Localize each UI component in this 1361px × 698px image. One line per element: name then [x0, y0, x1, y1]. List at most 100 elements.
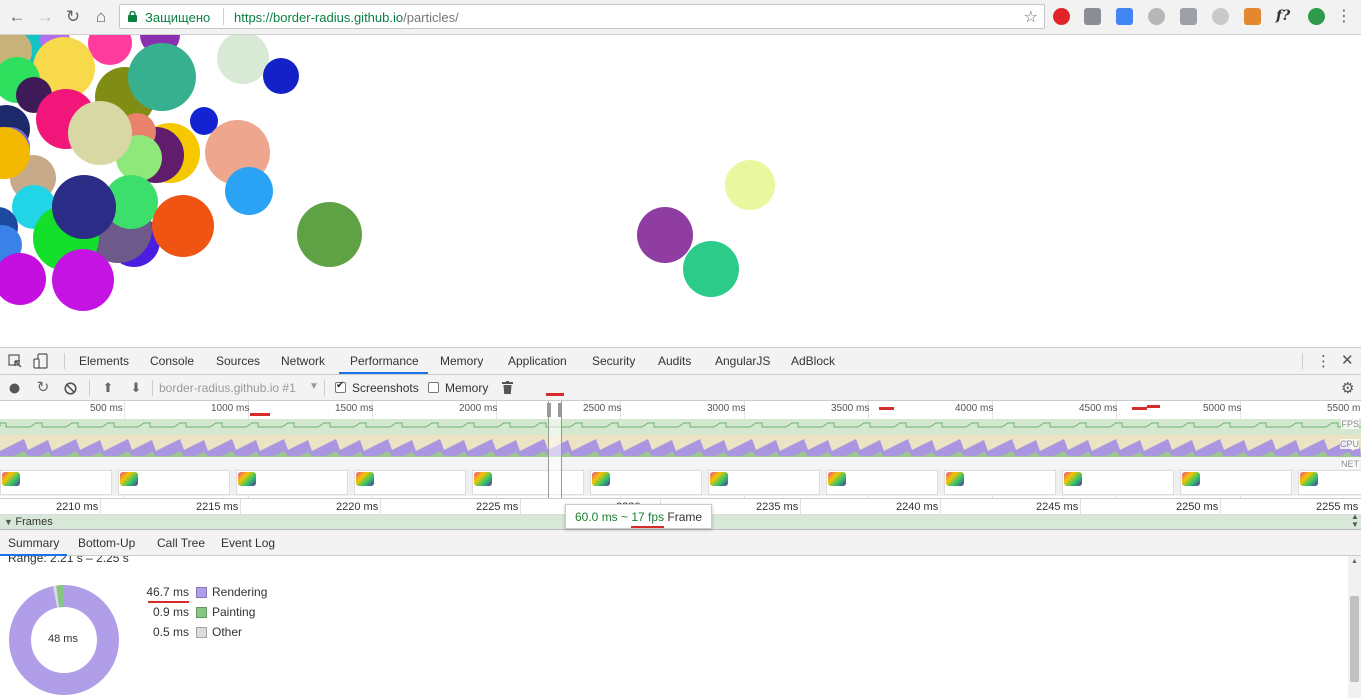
collapse-triangle-icon: ▼ [4, 517, 15, 527]
scroll-up-icon[interactable]: ▲ [1351, 558, 1358, 565]
url-text: https://border-radius.github.io/particle… [234, 10, 459, 25]
ruler-tick: 2215 ms [196, 501, 238, 513]
screenshot-thumbnail [826, 470, 938, 495]
bookmark-star-icon[interactable]: ☆ [1024, 7, 1038, 27]
separator [324, 380, 325, 396]
tab-angularjs[interactable]: AngularJS [715, 354, 770, 368]
circle-extension-icon[interactable] [1212, 8, 1229, 25]
tab-network[interactable]: Network [281, 354, 325, 368]
frame-fps: 17 fps [631, 510, 664, 524]
ruler-tick: 2250 ms [1176, 501, 1218, 513]
tab-application[interactable]: Application [508, 354, 567, 368]
profile-select[interactable]: border-radius.github.io #1 [159, 381, 296, 395]
overview-tick: 4500 ms [1079, 403, 1117, 414]
tab-elements[interactable]: Elements [79, 354, 129, 368]
scrollbar-thumb[interactable] [1350, 596, 1359, 682]
active-tab-indicator [339, 372, 428, 374]
scroll-arrows-icon[interactable]: ▲▼ [1351, 513, 1359, 529]
page-viewport[interactable] [0, 35, 1361, 347]
annotation-mark [546, 393, 564, 396]
summary-panel: Range: 2.21 s – 2.25 s 48 ms 46.7 ms Ren… [0, 556, 1348, 698]
tab-sources[interactable]: Sources [216, 354, 260, 368]
reload-profile-icon[interactable]: ↻ [35, 380, 51, 396]
selection-handle-left[interactable] [547, 403, 551, 417]
screenshot-particles [120, 472, 138, 486]
screenshots-checkbox[interactable] [335, 382, 346, 393]
trash-icon[interactable] [502, 381, 513, 394]
particle [297, 202, 362, 267]
tab-performance[interactable]: Performance [350, 354, 419, 368]
select-arrow-icon[interactable]: ▼ [309, 381, 319, 392]
forward-icon[interactable]: → [35, 7, 55, 27]
devtools-menu-icon[interactable]: ⋮ [1316, 352, 1331, 370]
overview-tick: 2000 ms [459, 403, 497, 414]
ruler-tick: 2210 ms [56, 501, 98, 513]
legend-swatch [196, 587, 207, 598]
tab-call-tree[interactable]: Call Tree [157, 536, 205, 550]
screenshot-particles [592, 472, 610, 486]
memory-checkbox[interactable] [428, 382, 439, 393]
tab-security[interactable]: Security [592, 354, 635, 368]
particle [263, 58, 299, 94]
record-icon[interactable] [9, 383, 20, 394]
screenshot-thumbnail [354, 470, 466, 495]
legend-label: Rendering [212, 585, 267, 599]
screenshot-particles [474, 472, 492, 486]
selection-handle-right[interactable] [558, 403, 562, 417]
cpu-lane-label: CPU [1340, 439, 1359, 449]
green-extension-icon[interactable] [1308, 8, 1325, 25]
globe-extension-icon[interactable] [1148, 8, 1165, 25]
summary-scrollbar[interactable]: ▲ [1348, 556, 1361, 698]
particle [152, 195, 214, 257]
tab-audits[interactable]: Audits [658, 354, 691, 368]
screenshot-particles [1064, 472, 1082, 486]
close-icon[interactable]: ✕ [1341, 351, 1354, 369]
overview-tick: 5500 ms [1327, 403, 1361, 414]
home-icon[interactable]: ⌂ [91, 7, 111, 27]
separator [152, 380, 153, 396]
upload-icon[interactable]: ⬆ [100, 380, 116, 396]
extension-icon[interactable] [1084, 8, 1101, 25]
font-extension-icon[interactable] [1180, 8, 1197, 25]
capture-settings-gear-icon[interactable]: ⚙ [1341, 379, 1354, 397]
range-text: Range: 2.21 s – 2.25 s [8, 556, 129, 565]
particle [128, 43, 196, 111]
screenshot-thumbnail [1062, 470, 1174, 495]
reload-icon[interactable]: ↻ [63, 7, 83, 27]
tab-adblock[interactable]: AdBlock [791, 354, 835, 368]
particle [725, 160, 775, 210]
fps-lane-label: FPS [1341, 419, 1359, 429]
inspect-element-icon[interactable] [8, 354, 23, 369]
formula-extension-icon[interactable]: f? [1276, 8, 1293, 25]
fps-graph [0, 415, 1361, 435]
translate-extension-icon[interactable] [1116, 8, 1133, 25]
screenshot-thumbnail [590, 470, 702, 495]
particle [52, 175, 116, 239]
clear-icon[interactable] [64, 382, 77, 395]
pin-extension-icon[interactable] [1244, 8, 1261, 25]
donut-total-label: 48 ms [48, 633, 78, 645]
cpu-graph [0, 435, 1361, 457]
tab-summary[interactable]: Summary [8, 536, 59, 550]
tab-event-log[interactable]: Event Log [221, 536, 275, 550]
tab-bottom-up[interactable]: Bottom-Up [78, 536, 135, 550]
frames-track-label[interactable]: ▼ Frames [4, 516, 53, 528]
address-bar[interactable]: Защищено https://border-radius.github.io… [119, 4, 1045, 29]
browser-toolbar: ← → ↻ ⌂ Защищено https://border-radius.g… [0, 0, 1361, 35]
tab-memory[interactable]: Memory [440, 354, 483, 368]
screenshots-label: Screenshots [352, 381, 419, 395]
opera-extension-icon[interactable] [1053, 8, 1070, 25]
tab-console[interactable]: Console [150, 354, 194, 368]
overview-tick: 4000 ms [955, 403, 993, 414]
back-icon[interactable]: ← [7, 7, 27, 27]
timeline-overview[interactable]: 500 ms 1000 ms 1500 ms 2000 ms 2500 ms 3… [0, 401, 1361, 499]
screenshot-thumbnail [944, 470, 1056, 495]
menu-icon[interactable]: ⋮ [1334, 7, 1354, 27]
download-icon[interactable]: ⬇ [128, 380, 144, 396]
annotation-mark [1132, 407, 1147, 410]
url-separator [223, 8, 224, 25]
device-toolbar-icon[interactable] [33, 353, 48, 369]
overview-tick: 1000 ms [211, 403, 249, 414]
devtools-panel: Elements Console Sources Network Perform… [0, 347, 1361, 697]
legend-label: Painting [212, 605, 255, 619]
